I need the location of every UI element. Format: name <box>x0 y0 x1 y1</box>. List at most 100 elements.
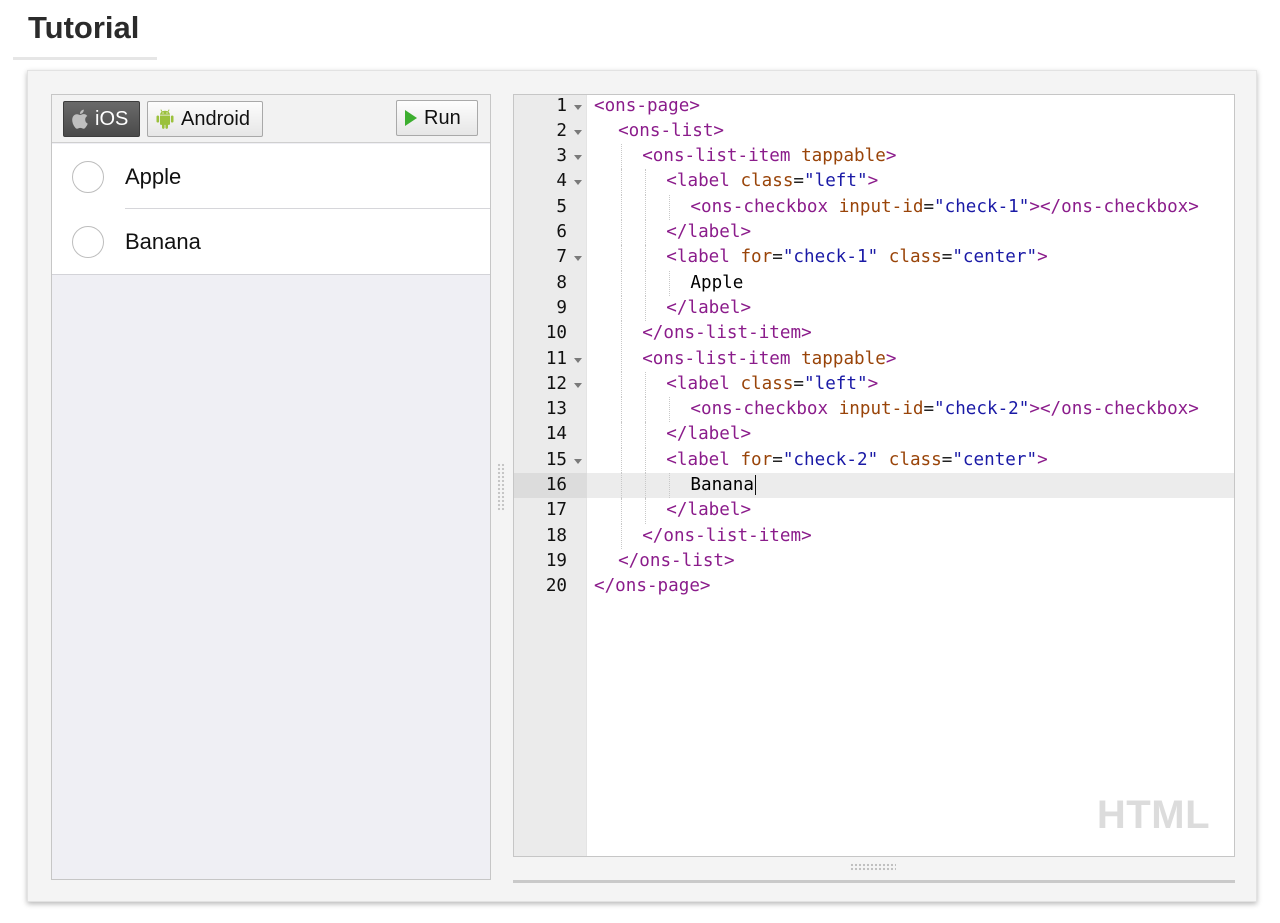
indent-guide <box>621 169 623 195</box>
code-token: > <box>1037 449 1048 470</box>
code-line[interactable]: 20 </ons-page> <box>514 574 1234 599</box>
code-text: <ons-checkbox input-id="check-1"></ons-c… <box>690 195 1198 220</box>
code-token: "left" <box>804 373 868 394</box>
line-number-cell: 3 <box>514 144 587 169</box>
code-token: class <box>888 449 942 470</box>
code-token: class <box>740 171 794 192</box>
code-line[interactable]: 15 <label for="check-2" class="center"> <box>514 447 1234 473</box>
checkbox-banana[interactable] <box>72 225 104 258</box>
code-line[interactable]: 17 </label> <box>514 498 1234 524</box>
line-number: 1 <box>556 95 567 116</box>
fold-arrow-icon[interactable] <box>574 180 582 186</box>
line-number-cell: 14 <box>514 422 587 447</box>
code-token: <ons-checkbox <box>690 196 839 217</box>
code-token: "center" <box>952 449 1038 470</box>
line-number: 10 <box>545 323 567 344</box>
code-token: ></ons-checkbox> <box>1029 399 1199 420</box>
list-item-label[interactable]: Apple <box>125 164 181 190</box>
code-token: </label> <box>666 222 752 242</box>
apple-icon <box>72 109 88 129</box>
code-token: for <box>740 247 773 268</box>
line-number-cell: 4 <box>514 169 587 194</box>
preview-toolbar: iOS Android Run <box>52 95 490 143</box>
line-number-cell: 6 <box>514 220 587 245</box>
indent-guide <box>621 371 623 398</box>
indent-guide <box>645 270 647 296</box>
code-token: for <box>740 449 773 470</box>
code-line[interactable]: 12 <label class="left"> <box>514 371 1234 398</box>
code-line[interactable]: 1 <ons-page> <box>514 95 1234 119</box>
list-item[interactable]: Apple <box>52 144 490 209</box>
code-area[interactable]: 1 <ons-page> 2 <ons-list> 3 <ons-list-item ta… <box>514 95 1234 856</box>
code-editor[interactable]: 1 <ons-page> 2 <ons-list> 3 <ons-list-item ta… <box>513 94 1235 857</box>
code-token: "check-1" <box>934 196 1030 217</box>
code-line[interactable]: 16 Banana <box>514 473 1234 499</box>
indent-guide <box>669 473 671 499</box>
line-number-cell: 17 <box>514 498 587 523</box>
line-number-cell: 7 <box>514 245 587 270</box>
code-token: > <box>885 348 897 369</box>
list-item[interactable]: Banana <box>52 209 490 274</box>
line-number: 2 <box>556 120 567 141</box>
checkbox-apple[interactable] <box>72 160 104 193</box>
code-line[interactable]: 8 Apple <box>514 270 1234 296</box>
indent-guide <box>645 220 647 246</box>
indent-guide <box>621 245 623 271</box>
editor-resize-handle[interactable] <box>513 857 1235 883</box>
ios-button[interactable]: iOS <box>63 101 140 137</box>
code-token: = <box>772 449 783 470</box>
indent-guide <box>621 144 623 170</box>
code-line[interactable]: 10 </ons-list-item> <box>514 321 1234 347</box>
line-number-cell: 5 <box>514 195 587 220</box>
code-token: = <box>941 247 953 268</box>
code-line[interactable]: 2 <ons-list> <box>514 119 1234 144</box>
code-token: <label <box>666 373 741 394</box>
fold-arrow-icon[interactable] <box>574 458 582 464</box>
line-number-cell: 12 <box>514 372 587 397</box>
code-line[interactable]: 19 </ons-list> <box>514 549 1234 574</box>
fold-arrow-icon[interactable] <box>574 382 582 388</box>
indent-guide <box>621 422 623 448</box>
code-text: <ons-list-item tappable> <box>642 144 896 169</box>
code-token: <ons-list-item <box>642 348 802 369</box>
fold-arrow-icon[interactable] <box>574 256 582 262</box>
line-number: 14 <box>545 424 567 445</box>
code-text: <label for="check-2" class="center"> <box>666 448 1047 473</box>
code-token: <ons-list-item <box>642 146 802 167</box>
code-line[interactable]: 11 <ons-list-item tappable> <box>514 346 1234 372</box>
line-number-cell: 11 <box>514 347 587 372</box>
code-line[interactable]: 7 <label for="check-1" class="center"> <box>514 245 1234 271</box>
indent-guide <box>621 346 623 372</box>
code-line[interactable]: 18 </ons-list-item> <box>514 523 1234 549</box>
code-text: </label> <box>666 220 751 245</box>
code-text: </ons-page> <box>594 574 711 599</box>
code-line[interactable]: 9 </label> <box>514 295 1234 322</box>
code-line[interactable]: 13 <ons-checkbox input-id="check-2"></ons… <box>514 397 1234 423</box>
code-text: Apple <box>690 271 743 296</box>
code-line[interactable]: 5 <ons-checkbox input-id="check-1"></ons-… <box>514 194 1234 220</box>
line-number: 7 <box>556 247 567 268</box>
run-button[interactable]: Run <box>396 100 478 136</box>
code-token: </ons-page> <box>594 576 711 597</box>
panel-splitter-handle[interactable] <box>497 463 505 511</box>
code-line[interactable]: 6 </label> <box>514 220 1234 246</box>
code-line[interactable]: 14 </label> <box>514 422 1234 448</box>
code-line[interactable]: 3 <ons-list-item tappable> <box>514 144 1234 170</box>
code-token: </ons-list-item> <box>642 525 812 546</box>
line-number: 13 <box>545 399 567 420</box>
code-text: </label> <box>666 498 751 523</box>
list-item-label[interactable]: Banana <box>125 229 201 255</box>
android-button[interactable]: Android <box>147 101 263 137</box>
line-number: 15 <box>545 449 567 470</box>
code-text: <ons-list> <box>618 119 724 144</box>
fold-arrow-icon[interactable] <box>574 155 582 161</box>
code-token: <label <box>666 247 741 268</box>
code-line[interactable]: 4 <label class="left"> <box>514 169 1234 195</box>
fold-arrow-icon[interactable] <box>574 357 582 363</box>
line-number: 4 <box>556 171 567 192</box>
fold-arrow-icon[interactable] <box>574 129 582 135</box>
code-token: Banana <box>690 475 754 495</box>
indent-guide <box>621 473 623 499</box>
fold-arrow-icon[interactable] <box>574 104 582 110</box>
